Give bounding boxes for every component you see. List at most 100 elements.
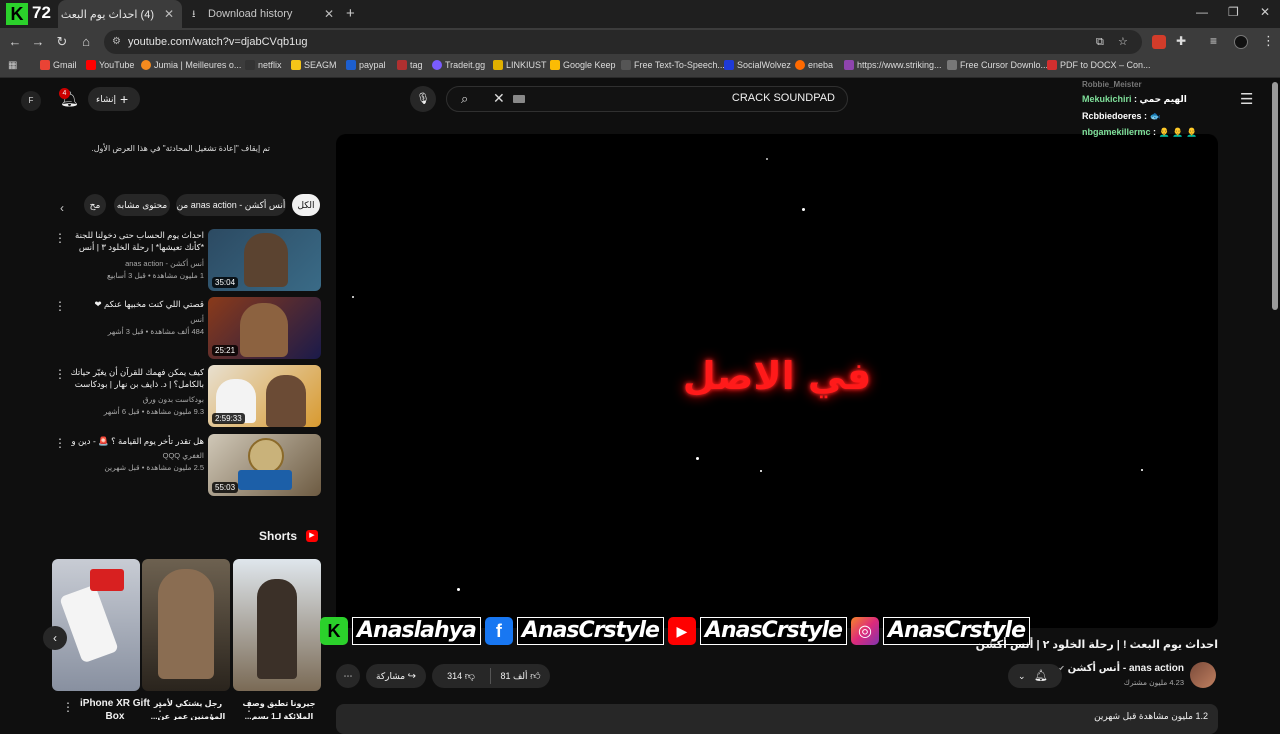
thumbnail-figure: [257, 579, 297, 679]
recommendation-channel[interactable]: أنس أكشن - anas action: [62, 258, 204, 269]
search-icon[interactable]: ⌕: [461, 91, 468, 107]
profile-avatar[interactable]: [1234, 35, 1248, 49]
bookmark-seagm[interactable]: SEAGM: [291, 60, 337, 70]
guide-menu-icon[interactable]: ☰: [1240, 90, 1253, 108]
search-input[interactable]: CRACK SOUNDPAD: [732, 92, 835, 104]
bookmark-striking[interactable]: https://www.striking...: [844, 60, 942, 70]
chat-message: nbgamekillermc : 👨‍🦲 👨‍🦲 👨‍🦲: [1082, 127, 1198, 137]
bookmark-gmail[interactable]: Gmail: [40, 60, 77, 70]
share-button[interactable]: مشاركة ↪: [366, 664, 426, 688]
bookmark-jumia[interactable]: Jumia | Meilleures o...: [141, 60, 241, 70]
bookmark-star-icon[interactable]: ☆: [1118, 30, 1128, 54]
instagram-icon: ◎: [850, 617, 879, 645]
account-avatar[interactable]: F: [21, 91, 41, 111]
more-actions-icon[interactable]: ⋮: [62, 701, 74, 713]
install-app-icon[interactable]: ⧉: [1096, 30, 1104, 54]
tab-youtube-video[interactable]: (4) احداث يوم البعث ! | رحلة ✕: [58, 0, 182, 28]
media-controls-icon[interactable]: ≡: [1210, 34, 1217, 48]
subscriber-count: 4.23 مليون مشترك: [1123, 678, 1184, 687]
site-info-icon[interactable]: ⚙: [112, 30, 121, 54]
recommendation-thumbnail[interactable]: 25:21: [208, 297, 321, 359]
create-button[interactable]: إنشاء +: [88, 87, 140, 111]
chip-more[interactable]: مح: [84, 194, 106, 216]
maximize-button[interactable]: ❐: [1228, 5, 1239, 19]
recommendation-channel[interactable]: بودكاست بدون ورق: [62, 394, 204, 405]
reload-button[interactable]: ↻: [54, 35, 70, 49]
short-thumbnail[interactable]: [142, 559, 230, 691]
recommendation-thumbnail[interactable]: 2:59:33: [208, 365, 321, 427]
new-tab-button[interactable]: +: [346, 5, 355, 22]
bookmark-tag[interactable]: tag: [397, 60, 423, 70]
close-tab-icon[interactable]: ✕: [324, 7, 334, 21]
back-button[interactable]: ←: [7, 35, 23, 49]
recommendation-title[interactable]: قصتي اللي كنت مخبيها عنكم ❤: [62, 298, 205, 310]
chip-from-channel[interactable]: من anas action - أنس أكشن: [176, 194, 286, 216]
more-actions-icon[interactable]: ⋮: [154, 701, 166, 713]
page-scrollbar[interactable]: [1272, 82, 1278, 310]
chips-prev-arrow[interactable]: ‹: [60, 201, 64, 215]
recommendation-meta: 484 ألف مشاهدة • قبل 3 أشهر: [107, 327, 204, 336]
bookmark-tts[interactable]: Free Text-To-Speech...: [621, 60, 725, 70]
bookmark-paypal[interactable]: paypal: [346, 60, 386, 70]
youtube-page: F 🔔︎ 4 إنشاء + 🎙︎ ⌕ ✕ CRACK SOUNDPAD ☰ ت…: [0, 78, 1280, 734]
home-button[interactable]: ⌂: [78, 35, 94, 49]
more-actions-icon[interactable]: ⋮: [54, 437, 66, 449]
kick-icon: K: [320, 617, 348, 645]
shorts-prev-button[interactable]: ‹: [43, 626, 67, 650]
bookmark-netflix[interactable]: netflix: [245, 60, 282, 70]
subscribed-button[interactable]: 🔔︎ ⌄: [1008, 664, 1062, 688]
recommendation-title[interactable]: هل تقدر تأخر يوم القيامة ؟ 🚨 - دين و طين: [62, 435, 205, 447]
short-title[interactable]: iPhone XR Gift Box: [80, 697, 150, 720]
recommendation-thumbnail[interactable]: 55:03: [208, 434, 321, 496]
apps-grid-icon[interactable]: ▦: [8, 60, 17, 71]
forward-button[interactable]: →: [30, 35, 46, 49]
more-actions-icon[interactable]: ⋮: [54, 300, 66, 312]
recommendation-channel[interactable]: أنس: [62, 314, 204, 325]
voice-search-icon[interactable]: 🎙︎: [410, 86, 436, 112]
bookmark-tradeit[interactable]: Tradeit.gg: [432, 60, 485, 70]
extensions-puzzle-icon[interactable]: ✚: [1176, 34, 1186, 48]
bookmark-pdf-docx[interactable]: PDF to DOCX – Con...: [1047, 60, 1151, 70]
minimize-button[interactable]: —: [1196, 5, 1208, 19]
tab-download-history[interactable]: ⭳ Download history ✕: [186, 0, 342, 28]
close-window-button[interactable]: ✕: [1260, 5, 1270, 19]
chat-message: Mekukichiri : الهيم حمي: [1082, 94, 1187, 104]
more-actions-icon[interactable]: ⋮: [243, 701, 255, 713]
extension-record-icon[interactable]: [1152, 35, 1166, 49]
chat-replay-notice: تم إيقاف "إعادة تشغيل المحادثة" في هذا ا…: [91, 144, 270, 153]
browser-toolbar: ← → ↻ ⌂ ⚙ youtube.com/watch?v=djabCVqb1u…: [0, 28, 1280, 56]
search-box[interactable]: ⌕ ✕ CRACK SOUNDPAD: [446, 86, 848, 112]
notification-count-badge: 4: [59, 88, 70, 99]
recommendation-channel[interactable]: الغفري QQQ: [62, 450, 204, 461]
bookmark-eneba[interactable]: eneba: [795, 60, 833, 70]
bookmark-linkiust[interactable]: LINKIUST: [493, 60, 547, 70]
clear-search-icon[interactable]: ✕: [493, 90, 505, 107]
chip-related[interactable]: محتوى مشابه: [114, 194, 170, 216]
video-player[interactable]: في الاصل: [336, 134, 1218, 628]
more-actions-icon[interactable]: ⋮: [54, 368, 66, 380]
tts-icon: [621, 60, 631, 70]
address-bar[interactable]: ⚙ youtube.com/watch?v=djabCVqb1ug ⧉ ☆: [104, 30, 1142, 54]
bookmark-socialwolvez[interactable]: SocialWolvez: [724, 60, 791, 70]
short-thumbnail[interactable]: [233, 559, 321, 691]
description-box[interactable]: 1.2 مليون مشاهدة قبل شهرين: [336, 704, 1218, 734]
keyboard-icon[interactable]: [513, 95, 525, 103]
short-thumbnail[interactable]: [52, 559, 140, 691]
chip-all[interactable]: الكل: [292, 194, 320, 216]
more-actions-button[interactable]: ⋯: [336, 664, 360, 688]
bookmark-cursor[interactable]: Free Cursor Downlo...: [947, 60, 1048, 70]
thumbs-up-icon: 👍︎: [530, 671, 541, 682]
recommendation-thumbnail[interactable]: 35:04: [208, 229, 321, 291]
recommendation-title[interactable]: كيف يمكن فهمك للقرآن أن يغيّر حياتك بالك…: [62, 366, 204, 390]
tradeit-icon: [432, 60, 442, 70]
channel-avatar[interactable]: [1190, 662, 1216, 688]
bookmark-google-keep[interactable]: Google Keep: [550, 60, 616, 70]
browser-menu-icon[interactable]: ⋮: [1262, 33, 1275, 49]
dislike-button[interactable]: 314 👎︎: [432, 664, 490, 688]
recommendation-title[interactable]: احداث يوم الحساب حتى دخولنا للجنة *كأنك …: [62, 229, 204, 253]
more-actions-icon[interactable]: ⋮: [54, 232, 66, 244]
striking-icon: [844, 60, 854, 70]
like-button[interactable]: 81 ألف 👍︎: [491, 664, 550, 688]
close-tab-icon[interactable]: ✕: [164, 7, 174, 21]
bookmark-youtube[interactable]: YouTube: [86, 60, 134, 70]
